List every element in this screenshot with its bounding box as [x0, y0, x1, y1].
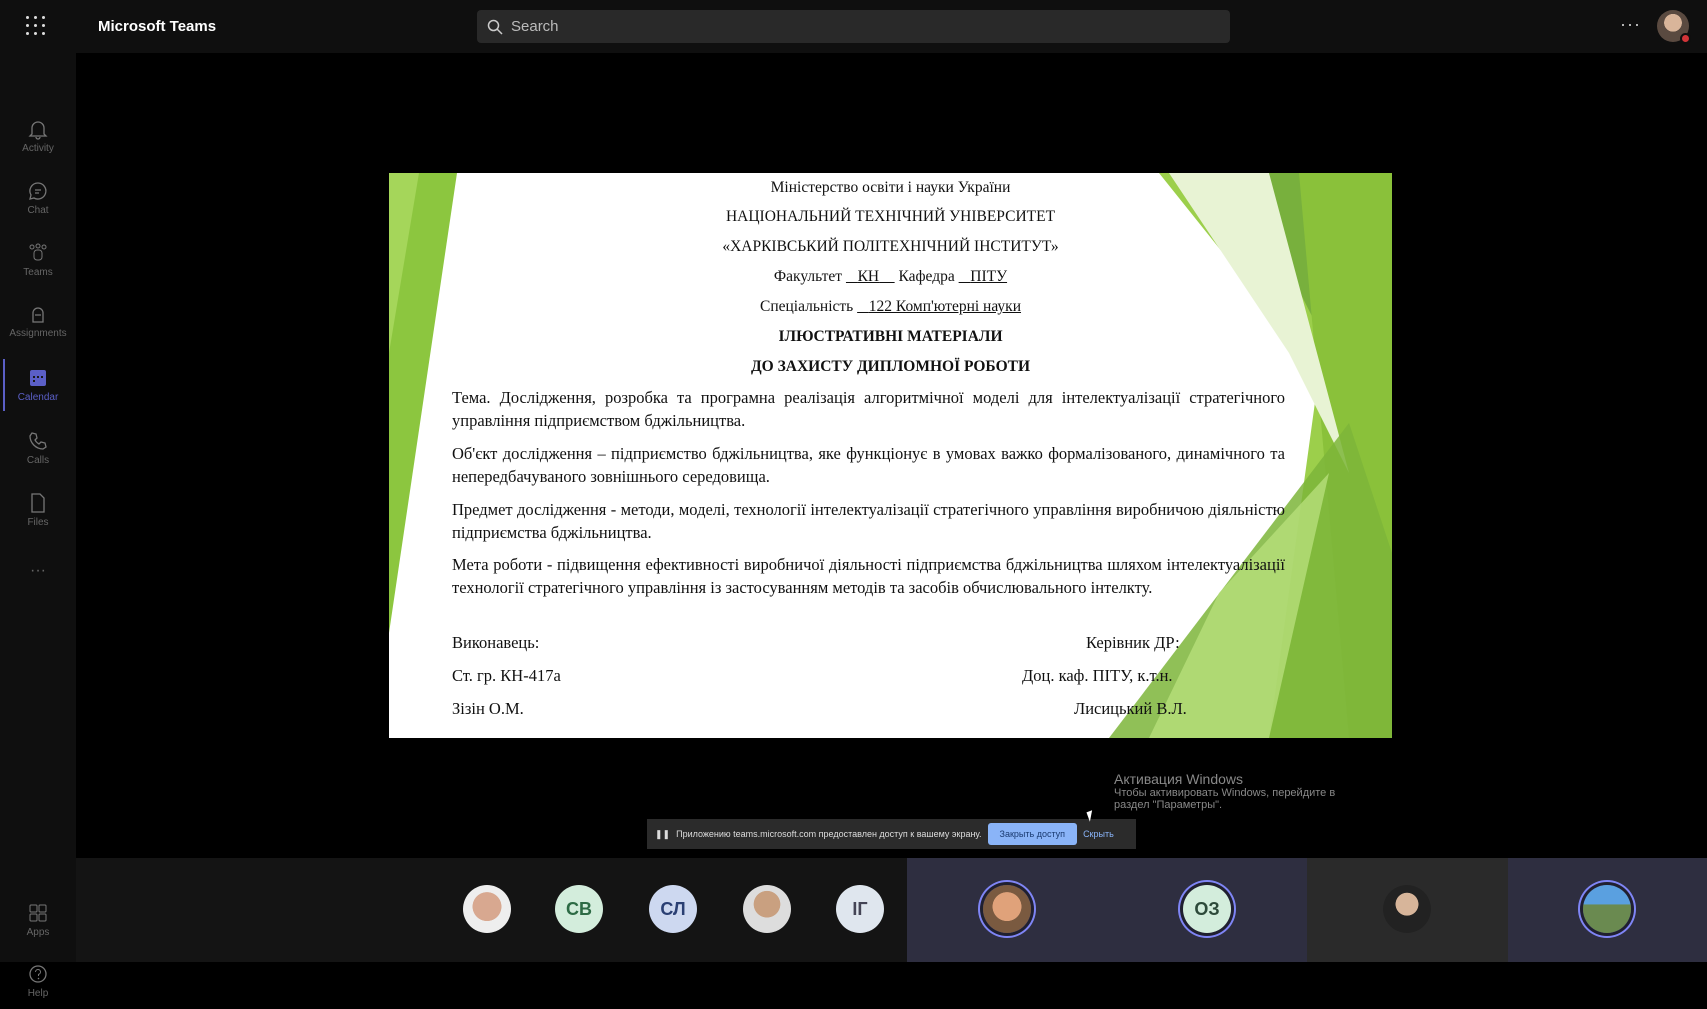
performer-label: Виконавець: [452, 633, 540, 652]
specialty-line: Спеціальність 122 Комп'ютерні науки [389, 298, 1392, 316]
participant-avatar[interactable] [463, 885, 511, 933]
app-bar: Activity Chat Teams Assignments Calendar… [0, 53, 76, 999]
goal-paragraph: Мета роботи - підвищення ефективності ви… [452, 555, 1285, 597]
shared-screen-slide: Міністерство освіти і науки України НАЦІ… [389, 173, 1392, 738]
ministry-line: Міністерство освіти і науки України [770, 179, 1011, 196]
supervisor-title: Доц. каф. ПІТУ, к.т.н. [1022, 666, 1173, 685]
hide-banner-link[interactable]: Скрыть [1083, 829, 1114, 839]
search-input[interactable]: Search [477, 10, 1230, 43]
sidebar-item-files[interactable]: Files [0, 482, 76, 538]
heading-2: ДО ЗАХИСТУ ДИПЛОМНОЇ РОБОТИ [750, 358, 1031, 375]
more-icon: ··· [30, 562, 46, 579]
supervisor-name: Лисицький В.Л. [1074, 699, 1187, 718]
student-group: Ст. гр. КН-417а [452, 666, 561, 685]
sidebar-item-label: Chat [27, 205, 49, 216]
teams-icon [29, 243, 47, 261]
faculty-label: Факультет [773, 268, 843, 285]
stop-sharing-button[interactable]: Закрыть доступ [987, 823, 1078, 845]
watermark-title: Активация Windows [1114, 771, 1244, 787]
more-options-button[interactable]: ··· [1620, 14, 1641, 35]
pause-icon: ❚❚ [655, 828, 671, 839]
topic-paragraph: Тема. Дослідження, розробка та програмна… [452, 388, 1285, 430]
participant-avatar[interactable]: ІГ [836, 885, 884, 933]
sidebar-item-label: Assignments [9, 328, 67, 339]
department-value: ПІТУ [970, 268, 1008, 285]
participant-avatar[interactable]: СЛ [649, 885, 697, 933]
participant-avatar[interactable]: СВ [555, 885, 603, 933]
faculty-line: Факультет КН Кафедра ПІТУ [389, 268, 1392, 286]
search-placeholder: Search [511, 18, 559, 35]
sidebar-item-label: Calendar [17, 392, 59, 403]
participant-avatar-speaking[interactable] [983, 885, 1031, 933]
chat-icon [29, 182, 47, 200]
sidebar-item-label: Apps [26, 927, 50, 938]
sidebar-item-label: Activity [22, 143, 54, 154]
sidebar-item-chat[interactable]: Chat [0, 170, 76, 226]
university-line-1: НАЦІОНАЛЬНИЙ ТЕХНІЧНИЙ УНІВЕРСИТЕТ [725, 208, 1056, 225]
participant-avatar-speaking[interactable] [1583, 885, 1631, 933]
watermark-line: Чтобы активировать Windows, перейдите в [1114, 787, 1336, 799]
sidebar-more-apps[interactable]: ··· [0, 543, 76, 599]
sidebar-item-assignments[interactable]: Assignments [0, 293, 76, 349]
specialty-value: 122 Комп'ютерні науки [868, 298, 1022, 315]
sidebar-item-calls[interactable]: Calls [0, 420, 76, 476]
specialty-label: Спеціальність [759, 298, 854, 315]
windows-activation-watermark: Активация Windows Чтобы активировать Win… [1114, 771, 1335, 811]
participant-avatar-speaking[interactable]: ОЗ [1183, 885, 1231, 933]
student-name: Зізін О.М. [452, 699, 524, 718]
top-bar: Microsoft Teams Search ··· [0, 0, 1707, 53]
sidebar-item-help[interactable]: Help [0, 953, 76, 1009]
phone-icon [29, 432, 47, 450]
screen-share-banner: ❚❚ Приложению teams.microsoft.com предос… [647, 819, 1136, 849]
sidebar-item-calendar[interactable]: Calendar [0, 357, 76, 413]
sidebar-item-label: Calls [26, 455, 50, 466]
supervisor-label: Керівник ДР: [1086, 633, 1180, 652]
participants-bar [76, 858, 1707, 962]
participant-tile-group [907, 858, 1307, 962]
share-banner-text: Приложению teams.microsoft.com предостав… [676, 829, 982, 839]
search-icon [487, 19, 503, 35]
calendar-icon [30, 370, 46, 386]
bell-icon [28, 121, 48, 140]
university-line-2: «ХАРКІВСЬКИЙ ПОЛІТЕХНІЧНИЙ ІНСТИТУТ» [722, 238, 1059, 255]
sidebar-item-teams[interactable]: Teams [0, 232, 76, 288]
help-icon [29, 965, 47, 983]
sidebar-item-label: Help [27, 988, 49, 999]
faculty-value: КН [857, 268, 880, 285]
sidebar-item-label: Files [27, 517, 49, 528]
object-paragraph: Об'єкт дослідження – підприємство бджіль… [452, 444, 1285, 486]
department-label: Кафедра [898, 268, 955, 285]
status-badge [1680, 33, 1691, 44]
sidebar-item-apps[interactable]: Apps [0, 892, 76, 948]
participant-avatar[interactable] [743, 885, 791, 933]
file-icon [31, 493, 45, 513]
app-launcher-icon[interactable] [26, 16, 46, 36]
app-title: Microsoft Teams [98, 18, 217, 35]
user-avatar[interactable] [1657, 10, 1691, 44]
participant-avatar[interactable] [1383, 885, 1431, 933]
watermark-line: раздел "Параметры". [1114, 799, 1223, 811]
sidebar-item-label: Teams [23, 267, 53, 278]
backpack-icon [32, 307, 44, 323]
heading-1: ІЛЮСТРАТИВНІ МАТЕРІАЛИ [778, 328, 1003, 345]
subject-paragraph: Предмет дослідження - методи, моделі, те… [452, 500, 1285, 542]
sidebar-item-activity[interactable]: Activity [0, 108, 76, 164]
apps-icon [29, 904, 47, 922]
